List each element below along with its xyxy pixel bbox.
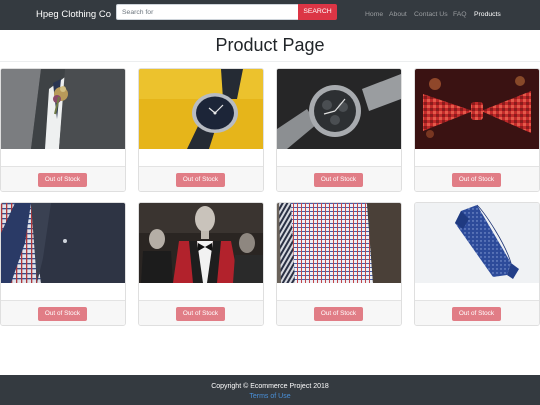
out-of-stock-button[interactable]: Out of Stock xyxy=(176,173,225,187)
card-footer: Out of Stock xyxy=(1,166,125,191)
product-card: Out of Stock xyxy=(414,68,540,192)
product-card: Out of Stock xyxy=(276,68,402,192)
card-footer: Out of Stock xyxy=(1,300,125,325)
brand-logo-text[interactable]: Hpeg Clothing Co xyxy=(36,8,111,22)
product-card: Out of Stock xyxy=(0,202,126,326)
card-body xyxy=(139,283,263,300)
card-footer: Out of Stock xyxy=(415,166,539,191)
title-divider xyxy=(0,61,540,62)
card-body xyxy=(1,149,125,166)
red-bowtie-image[interactable] xyxy=(415,69,539,149)
card-body xyxy=(277,283,401,300)
product-card: Out of Stock xyxy=(276,202,402,326)
search-input[interactable] xyxy=(116,4,299,20)
card-body xyxy=(139,149,263,166)
card-footer: Out of Stock xyxy=(139,300,263,325)
out-of-stock-button[interactable]: Out of Stock xyxy=(176,307,225,321)
card-body xyxy=(277,149,401,166)
terms-link[interactable]: Terms of Use xyxy=(0,392,540,401)
card-body xyxy=(415,283,539,300)
product-card: Out of Stock xyxy=(138,68,264,192)
copyright-text: Copyright © Ecommerce Project 2018 xyxy=(211,383,329,390)
mannequins-image[interactable] xyxy=(139,203,263,283)
search-button[interactable]: SEARCH xyxy=(298,4,337,20)
card-footer: Out of Stock xyxy=(277,300,401,325)
nav-link-contact[interactable]: Contact Us xyxy=(414,10,448,19)
navbar: Hpeg Clothing Co SEARCH Home About Conta… xyxy=(0,0,540,30)
nav-link-products[interactable]: Products xyxy=(474,10,501,19)
suit-boutonniere-image[interactable] xyxy=(1,69,125,149)
nav-link-faq[interactable]: FAQ xyxy=(453,10,467,19)
out-of-stock-button[interactable]: Out of Stock xyxy=(314,307,363,321)
card-footer: Out of Stock xyxy=(415,300,539,325)
blue-tie-image[interactable] xyxy=(415,203,539,283)
chrome-watch-image[interactable] xyxy=(277,69,401,149)
page-footer: Copyright © Ecommerce Project 2018 Terms… xyxy=(0,375,540,405)
plaid-shirt-jacket-image[interactable] xyxy=(1,203,125,283)
card-body xyxy=(1,283,125,300)
card-body xyxy=(415,149,539,166)
card-footer: Out of Stock xyxy=(277,166,401,191)
out-of-stock-button[interactable]: Out of Stock xyxy=(452,307,501,321)
card-footer: Out of Stock xyxy=(139,166,263,191)
product-card: Out of Stock xyxy=(414,202,540,326)
out-of-stock-button[interactable]: Out of Stock xyxy=(38,173,87,187)
nav-link-about[interactable]: About xyxy=(389,10,407,19)
product-card: Out of Stock xyxy=(138,202,264,326)
out-of-stock-button[interactable]: Out of Stock xyxy=(452,173,501,187)
product-card: Out of Stock xyxy=(0,68,126,192)
out-of-stock-button[interactable]: Out of Stock xyxy=(314,173,363,187)
page-title: Product Page xyxy=(215,35,325,55)
nav-link-home[interactable]: Home xyxy=(365,10,383,19)
watch-yellow-image[interactable] xyxy=(139,69,263,149)
out-of-stock-button[interactable]: Out of Stock xyxy=(38,307,87,321)
checked-shirt-image[interactable] xyxy=(277,203,401,283)
